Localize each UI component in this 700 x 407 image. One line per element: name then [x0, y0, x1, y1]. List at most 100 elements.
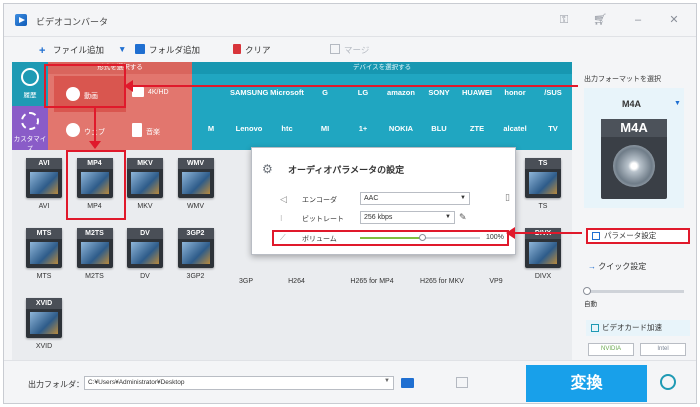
- device-brand-amazon-button[interactable]: amazon: [382, 88, 420, 97]
- film-icon: [181, 172, 210, 194]
- add-folder-button[interactable]: フォルダ追加: [135, 44, 200, 56]
- output-path-field[interactable]: C:¥Users¥Administrator¥Desktop: [84, 376, 394, 390]
- annotation-arrow-volume: [514, 232, 582, 234]
- volume-slider-handle[interactable]: [419, 234, 427, 241]
- device-brand-sony-button[interactable]: SONY: [420, 88, 458, 97]
- folder-plus-icon: [135, 44, 145, 54]
- window-title: ビデオコンバータ: [36, 17, 109, 27]
- minimize-icon[interactable]: –: [631, 13, 645, 27]
- device-brand-g-button[interactable]: G: [306, 88, 344, 97]
- param-settings-button[interactable]: パラメータ設定: [586, 228, 690, 244]
- device-brand-m-button[interactable]: M: [192, 124, 230, 133]
- output-format-title: 出力フォーマットを選択: [584, 76, 661, 83]
- format-tile[interactable]: 3GP2 3GP2: [174, 228, 218, 280]
- merge-label: マージ: [344, 45, 370, 55]
- clear-label: クリア: [245, 45, 271, 55]
- audio-label: 音楽: [146, 129, 160, 136]
- format-tile[interactable]: WMV WMV: [174, 158, 218, 210]
- device-brand-tv-button[interactable]: TV: [534, 124, 572, 133]
- gpu-accel-toggle[interactable]: ビデオカード加速: [586, 320, 690, 336]
- format-tag: 3GP2: [177, 228, 214, 239]
- format-tile[interactable]: AVI AVI: [22, 158, 66, 210]
- device-brand-honor-button[interactable]: honor: [496, 88, 534, 97]
- annotation-arrowhead-volume: [506, 227, 515, 239]
- output-format-selector[interactable]: M4A ▼ M4A: [584, 88, 684, 208]
- format-tag: TS: [525, 158, 561, 169]
- alarm-clock-icon[interactable]: [660, 374, 676, 390]
- format-tile[interactable]: M2TS M2TS: [73, 228, 117, 280]
- format-thumbnail: 3GP2: [177, 228, 214, 268]
- quick-settings-label: → クイック設定: [588, 261, 646, 272]
- bitrate-select[interactable]: 256 kbps ▼: [360, 211, 455, 224]
- clear-button[interactable]: クリア: [233, 44, 271, 56]
- dropdown-chevron-icon[interactable]: ▼: [118, 44, 126, 54]
- device-brand-alcatel-button[interactable]: alcatel: [496, 124, 534, 133]
- device-brand--sus-button[interactable]: /SUS: [534, 88, 572, 97]
- edit-pencil-icon[interactable]: ✎: [459, 212, 467, 223]
- format-tile[interactable]: MTS MTS: [22, 228, 66, 280]
- quality-slider[interactable]: [583, 287, 684, 295]
- device-brand-microsoft-button[interactable]: Microsoft: [268, 88, 306, 97]
- format-tile[interactable]: DV DV: [123, 228, 167, 280]
- device-brand-1--button[interactable]: 1+: [344, 124, 382, 133]
- device-brand-nokia-button[interactable]: NOKIA: [382, 124, 420, 133]
- volume-slider[interactable]: [360, 234, 480, 241]
- audio-settings-icon: ⚙︎: [262, 162, 273, 176]
- device-brand-blu-button[interactable]: BLU: [420, 124, 458, 133]
- nvidia-badge: NVIDIA: [588, 343, 634, 356]
- history-button[interactable]: 履歴: [12, 62, 48, 106]
- film-icon: [529, 172, 557, 194]
- format-tile[interactable]: XVID XVID: [22, 298, 66, 350]
- clock-icon: [21, 68, 39, 86]
- encoder-select[interactable]: AAC ▼: [360, 192, 470, 205]
- device-brand-samsung-button[interactable]: SAMSUNG: [230, 88, 268, 97]
- merge-icon: [330, 44, 340, 54]
- quality-slider-handle[interactable]: [583, 287, 591, 295]
- format-dropdown-icon: ▼: [674, 100, 681, 107]
- close-icon[interactable]: ✕: [667, 13, 681, 27]
- bottom-bar: 出力フォルダ： C:¥Users¥Administrator¥Desktop ▼…: [4, 360, 696, 403]
- film-icon: [131, 172, 159, 194]
- right-panel: 出力フォーマットを選択 M4A ▼ M4A パラメータ設定 → クイック設定 自…: [578, 62, 696, 360]
- film-icon: [181, 242, 210, 264]
- format-tag: XVID: [26, 298, 62, 309]
- dialog-title: オーディオパラメータの設定: [288, 165, 405, 175]
- open-folder-icon[interactable]: [401, 378, 414, 388]
- highlight-mp4-tile: [66, 150, 126, 220]
- device-brand-zte-button[interactable]: ZTE: [458, 124, 496, 133]
- device-brand-lenovo-button[interactable]: Lenovo: [230, 124, 268, 133]
- device-brand-huawei-button[interactable]: HUAWEI: [458, 88, 496, 97]
- bitrate-dropdown-icon: ▼: [445, 214, 451, 220]
- customize-button[interactable]: カスタマイズ: [12, 106, 48, 153]
- format-thumbnail: AVI: [26, 158, 62, 198]
- device-brand-lg-button[interactable]: LG: [344, 88, 382, 97]
- format-tile[interactable]: TS TS: [521, 158, 565, 210]
- format-badge: M4A: [601, 119, 667, 137]
- volume-row: ⟋ ボリューム 100%: [272, 230, 509, 246]
- device-brand-mi-button[interactable]: MI: [306, 124, 344, 133]
- add-folder-label: フォルダ追加: [149, 45, 201, 55]
- annotation-arrow-down: [94, 108, 96, 144]
- bitrate-value: 256 kbps: [364, 214, 393, 221]
- format-label: H265 for MP4: [350, 278, 394, 285]
- format-label: M2TS: [85, 273, 104, 280]
- path-dropdown-icon[interactable]: ▼: [384, 378, 390, 384]
- hd-category-button[interactable]: 4K/HD: [132, 87, 169, 123]
- format-tile[interactable]: MKV MKV: [123, 158, 167, 210]
- volume-value: 100%: [486, 234, 504, 241]
- format-label: MTS: [36, 273, 52, 280]
- format-label: DIVX: [534, 273, 552, 280]
- encoder-label: エンコーダ: [302, 197, 337, 204]
- merge-button[interactable]: マージ: [330, 44, 369, 56]
- format-thumbnail: TS: [525, 158, 561, 198]
- output-preview-icon[interactable]: [456, 377, 468, 388]
- convert-button[interactable]: 変換: [526, 365, 647, 402]
- add-file-button[interactable]: + ファイル追加: [39, 44, 104, 57]
- key-icon[interactable]: ⚿: [557, 13, 571, 27]
- film-icon: [30, 242, 58, 264]
- cart-icon[interactable]: 🛒︎: [593, 13, 607, 27]
- format-tile[interactable]: DIVX DIVX: [521, 228, 565, 280]
- hd-label: 4K/HD: [148, 89, 169, 96]
- device-brand-htc-button[interactable]: htc: [268, 124, 306, 133]
- annotation-arrowhead-left: [124, 80, 133, 92]
